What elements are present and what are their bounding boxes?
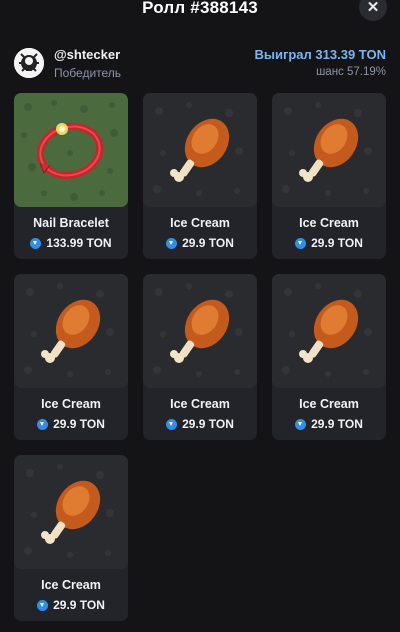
drumstick-icon	[272, 93, 386, 207]
drumstick-icon	[143, 274, 257, 388]
drumstick-icon	[14, 455, 128, 569]
item-price: 133.99 TON	[14, 236, 128, 250]
item-image	[143, 274, 257, 388]
item-card[interactable]: Ice Cream 29.9 TON	[143, 274, 257, 440]
win-amount: Выиграл 313.39 TON	[254, 47, 386, 62]
ton-icon	[295, 237, 307, 249]
item-price-value: 29.9 TON	[182, 417, 234, 431]
item-price: 29.9 TON	[14, 598, 128, 612]
item-image	[14, 455, 128, 569]
item-name: Nail Bracelet	[33, 216, 109, 230]
winner-role: Победитель	[54, 66, 122, 80]
item-price: 29.9 TON	[143, 236, 257, 250]
drumstick-icon	[272, 274, 386, 388]
item-price-value: 29.9 TON	[182, 236, 234, 250]
close-icon: ✕	[366, 0, 380, 16]
item-price-value: 29.9 TON	[53, 417, 105, 431]
item-price: 29.9 TON	[272, 236, 386, 250]
item-card[interactable]: Ice Cream 29.9 TON	[272, 274, 386, 440]
bracelet-icon	[14, 93, 128, 207]
ton-icon	[37, 418, 49, 430]
drumstick-icon	[143, 93, 257, 207]
item-price: 29.9 TON	[14, 417, 128, 431]
item-price-value: 29.9 TON	[53, 598, 105, 612]
item-price-value: 29.9 TON	[311, 236, 363, 250]
items-grid: Nail Bracelet 133.99 TON Ice Cream 29.9 …	[14, 93, 386, 621]
item-name: Ice Cream	[299, 216, 359, 230]
item-image	[272, 274, 386, 388]
winner-username[interactable]: @shtecker	[54, 47, 120, 62]
item-image	[14, 93, 128, 207]
item-name: Ice Cream	[170, 216, 230, 230]
ton-icon	[295, 418, 307, 430]
drumstick-icon	[14, 274, 128, 388]
item-card[interactable]: Ice Cream 29.9 TON	[14, 274, 128, 440]
item-card[interactable]: Ice Cream 29.9 TON	[143, 93, 257, 259]
avatar[interactable]	[14, 48, 44, 78]
item-name: Ice Cream	[299, 397, 359, 411]
item-card[interactable]: Ice Cream 29.9 TON	[14, 455, 128, 621]
ton-icon	[166, 237, 178, 249]
item-card[interactable]: Nail Bracelet 133.99 TON	[14, 93, 128, 259]
item-image	[14, 274, 128, 388]
item-name: Ice Cream	[170, 397, 230, 411]
item-image	[143, 93, 257, 207]
item-name: Ice Cream	[41, 578, 101, 592]
item-card[interactable]: Ice Cream 29.9 TON	[272, 93, 386, 259]
ton-icon	[37, 599, 49, 611]
item-price-value: 133.99 TON	[46, 236, 112, 250]
item-price-value: 29.9 TON	[311, 417, 363, 431]
win-chance: шанс 57.19%	[316, 66, 386, 78]
ton-icon	[30, 237, 42, 249]
item-name: Ice Cream	[41, 397, 101, 411]
ton-icon	[166, 418, 178, 430]
header: Ролл #388143 ✕	[0, 0, 400, 22]
item-price: 29.9 TON	[272, 417, 386, 431]
page-title: Ролл #388143	[142, 0, 258, 17]
item-image	[272, 93, 386, 207]
item-price: 29.9 TON	[143, 417, 257, 431]
winner-row: @shtecker Победитель Выиграл 313.39 TON …	[14, 44, 386, 82]
